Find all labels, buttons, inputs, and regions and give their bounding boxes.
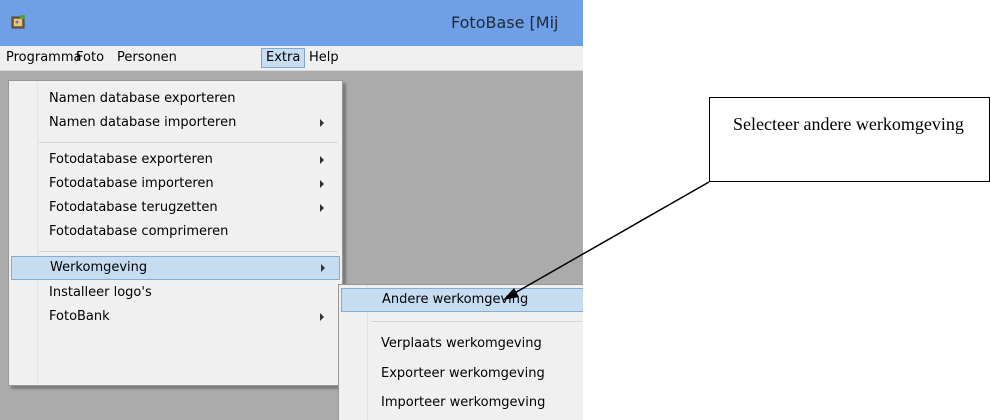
menu-item-label: Fotodatabase terugzetten bbox=[49, 200, 218, 215]
menu-item-label: Fotodatabase comprimeren bbox=[49, 224, 229, 239]
submenu-arrow-icon bbox=[320, 313, 324, 321]
menu-item-exporteer-werkomgeving[interactable]: Exporteer werkomgeving bbox=[341, 362, 583, 386]
menu-separator bbox=[371, 321, 582, 322]
menu-item-label: Installeer logo's bbox=[49, 285, 152, 300]
menu-separator bbox=[39, 251, 338, 252]
menu-item-fotobank[interactable]: FotoBank bbox=[11, 305, 340, 329]
menu-item-label: Exporteer werkomgeving bbox=[381, 366, 545, 381]
title-bar[interactable]: FotoBase [Mij bbox=[0, 0, 583, 46]
menu-bar: Programma Foto Personen Extra Help bbox=[0, 46, 583, 71]
menu-item-fotodatabase-comprimeren[interactable]: Fotodatabase comprimeren bbox=[11, 220, 340, 244]
menu-item-label: Andere werkomgeving bbox=[382, 292, 529, 307]
menu-item-importeer-werkomgeving[interactable]: Importeer werkomgeving bbox=[341, 391, 583, 415]
menu-item-fotodatabase-importeren[interactable]: Fotodatabase importeren bbox=[11, 172, 340, 196]
callout-text: Selecteer andere werkomgeving bbox=[733, 114, 964, 134]
fotobase-app-icon[interactable] bbox=[11, 15, 26, 29]
annotation-callout-box: Selecteer andere werkomgeving bbox=[709, 97, 990, 182]
menu-item-label: Fotodatabase importeren bbox=[49, 176, 214, 191]
menu-item-label: Verplaats werkomgeving bbox=[381, 336, 542, 351]
submenu-arrow-icon bbox=[320, 119, 324, 127]
menu-item-verplaats-werkomgeving[interactable]: Verplaats werkomgeving bbox=[341, 332, 583, 356]
menu-item-fotodatabase-exporteren[interactable]: Fotodatabase exporteren bbox=[11, 148, 340, 172]
menu-separator bbox=[39, 142, 338, 143]
window-title: FotoBase [Mij bbox=[451, 13, 559, 32]
menu-item-label: Fotodatabase exporteren bbox=[49, 152, 213, 167]
menu-help[interactable]: Help bbox=[305, 49, 343, 67]
menu-item-werkomgeving[interactable]: Werkomgeving bbox=[11, 256, 340, 280]
menu-item-namen-database-exporteren[interactable]: Namen database exporteren bbox=[11, 87, 340, 111]
menu-item-label: Namen database exporteren bbox=[49, 91, 236, 106]
submenu-arrow-icon bbox=[320, 180, 324, 188]
werkomgeving-submenu: Andere werkomgeving Verplaats werkomgevi… bbox=[338, 284, 583, 420]
fotobase-window: FotoBase [Mij Programma Foto Personen Ex… bbox=[0, 0, 583, 420]
submenu-arrow-icon bbox=[320, 156, 324, 164]
submenu-arrow-icon bbox=[320, 204, 324, 212]
menu-item-installeer-logos[interactable]: Installeer logo's bbox=[11, 281, 340, 305]
menu-item-fotodatabase-terugzetten[interactable]: Fotodatabase terugzetten bbox=[11, 196, 340, 220]
extra-dropdown-menu: Namen database exporteren Namen database… bbox=[8, 80, 343, 386]
menu-foto[interactable]: Foto bbox=[72, 49, 108, 67]
menu-personen[interactable]: Personen bbox=[113, 49, 181, 67]
menu-item-label: Namen database importeren bbox=[49, 115, 237, 130]
menu-item-namen-database-importeren[interactable]: Namen database importeren bbox=[11, 111, 340, 135]
submenu-arrow-icon bbox=[321, 264, 325, 272]
menu-item-andere-werkomgeving[interactable]: Andere werkomgeving bbox=[341, 288, 583, 312]
menu-item-label: Werkomgeving bbox=[50, 260, 148, 275]
menu-item-label: Importeer werkomgeving bbox=[381, 395, 546, 410]
menu-extra[interactable]: Extra bbox=[261, 48, 306, 68]
menu-item-label: FotoBank bbox=[49, 309, 110, 324]
